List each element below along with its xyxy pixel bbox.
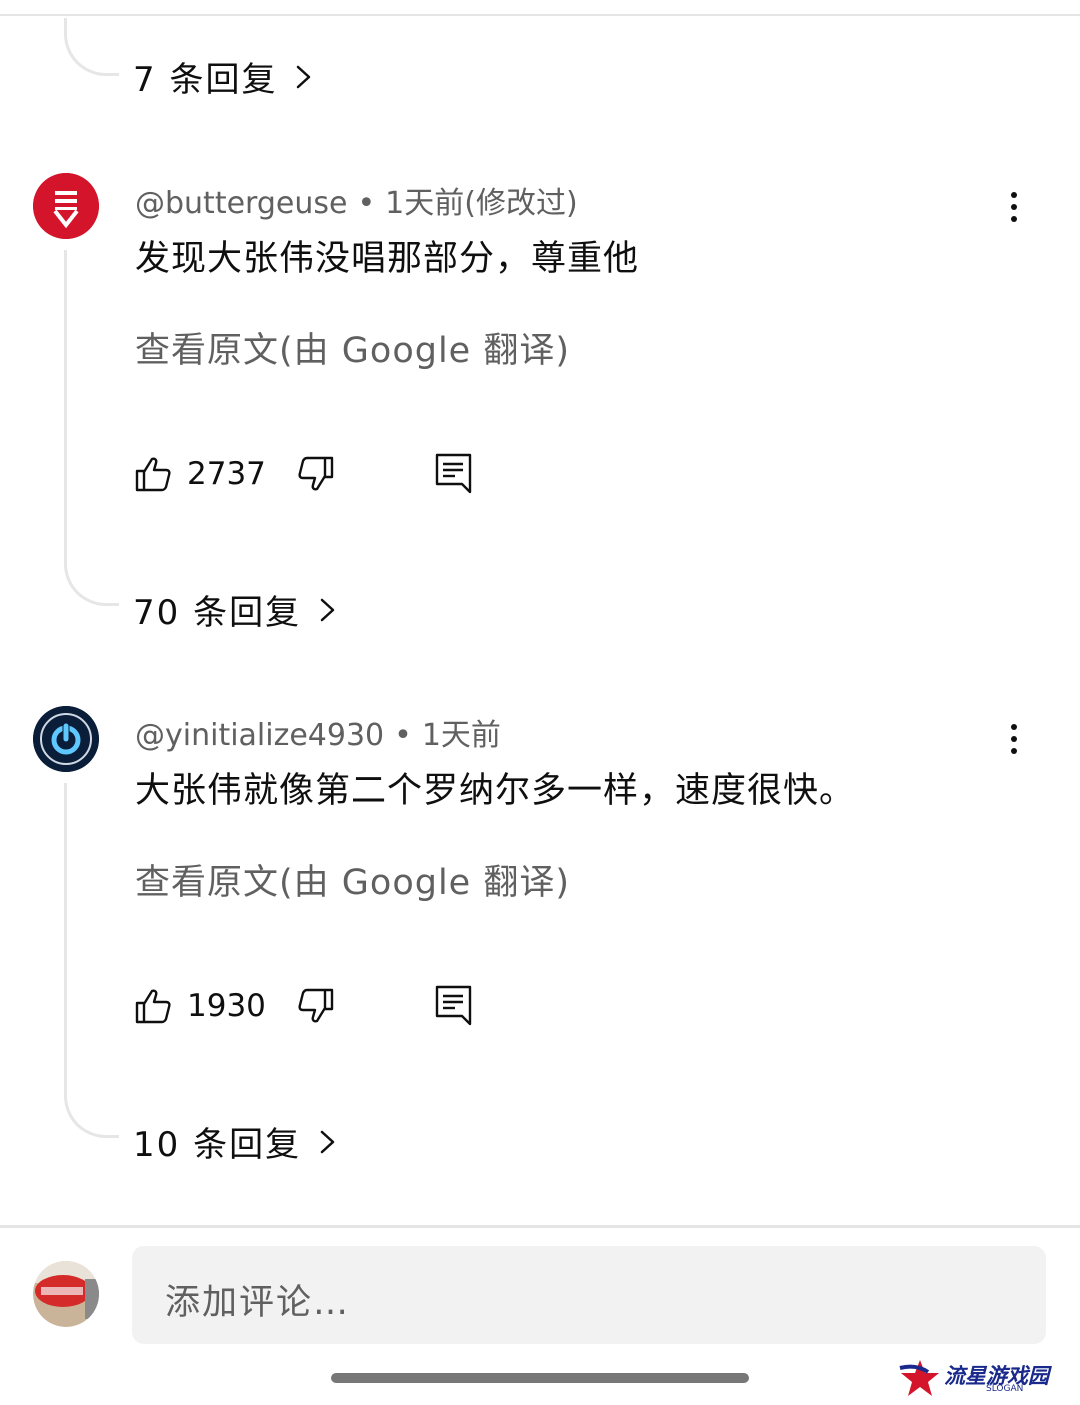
like-button[interactable]	[133, 454, 173, 494]
chevron-right-icon	[320, 598, 335, 621]
reply-comment-icon	[435, 453, 472, 494]
like-count: 1930	[187, 988, 266, 1024]
user-photo-icon	[33, 1261, 99, 1327]
comment-text: 发现大张伟没唱那部分，尊重他	[135, 239, 640, 279]
dislike-button[interactable]	[296, 454, 336, 494]
avatar[interactable]	[33, 706, 99, 772]
comment-actions: 1930	[133, 985, 474, 1026]
home-indicator[interactable]	[331, 1373, 749, 1383]
thread-line	[64, 250, 67, 550]
dot-icon	[1011, 748, 1017, 754]
dot-icon	[1011, 204, 1017, 210]
current-user-avatar[interactable]	[33, 1261, 99, 1327]
thumbs-up-icon	[135, 457, 171, 492]
watermark: 流星游戏园 SLOGAN	[898, 1358, 1068, 1398]
reply-button[interactable]	[434, 985, 474, 1026]
add-comment-placeholder: 添加评论…	[165, 1283, 351, 1323]
thread-line	[64, 783, 67, 1083]
more-options-button[interactable]	[994, 719, 1034, 759]
comment-actions: 2737	[133, 453, 474, 494]
chevron-right-icon	[297, 65, 311, 88]
avatar[interactable]	[33, 173, 99, 239]
view-original-link[interactable]: 查看原文(由 Google 翻译)	[135, 322, 570, 373]
replies-label: 10 条回复	[133, 1125, 302, 1165]
thumbs-down-icon	[298, 988, 334, 1023]
comment-meta: @yinitialize4930 • 1天前	[135, 710, 501, 754]
replies-button[interactable]: 10 条回复	[133, 1117, 341, 1166]
dot-icon	[1011, 216, 1017, 222]
dot-icon	[1011, 192, 1017, 198]
thread-connector	[64, 548, 119, 606]
power-icon	[33, 706, 99, 772]
avatar-logo-icon	[33, 173, 99, 239]
comment-meta: @buttergeuse • 1天前(修改过)	[135, 178, 578, 222]
comment-time: 1天前(修改过)	[385, 186, 578, 221]
username[interactable]: @yinitialize4930	[135, 718, 384, 753]
reply-button[interactable]	[434, 453, 474, 494]
view-original-link[interactable]: 查看原文(由 Google 翻译)	[135, 854, 570, 905]
thumbs-up-icon	[135, 989, 171, 1024]
replies-label: 70 条回复	[133, 593, 302, 633]
add-comment-input[interactable]: 添加评论…	[132, 1246, 1046, 1344]
comment-text: 大张伟就像第二个罗纳尔多一样，速度很快。	[135, 771, 856, 811]
chevron-right-icon	[320, 1130, 335, 1153]
thumbs-down-icon	[298, 456, 334, 491]
thread-connector	[64, 1080, 119, 1138]
meta-separator: •	[394, 718, 412, 753]
thread-connector	[64, 18, 119, 76]
comment-time: 1天前	[421, 718, 501, 753]
replies-label: 7 条回复	[133, 60, 278, 100]
top-divider	[0, 14, 1080, 16]
replies-button[interactable]: 70 条回复	[133, 585, 341, 634]
watermark-slogan: SLOGAN	[986, 1384, 1024, 1394]
like-count: 2737	[187, 456, 266, 492]
dot-icon	[1011, 736, 1017, 742]
dislike-button[interactable]	[296, 986, 336, 1026]
replies-button-top[interactable]: 7 条回复	[133, 52, 317, 101]
like-button[interactable]	[133, 986, 173, 1026]
dot-icon	[1011, 724, 1017, 730]
star-logo-icon	[899, 1360, 939, 1396]
username[interactable]: @buttergeuse	[135, 186, 347, 221]
reply-comment-icon	[435, 985, 472, 1026]
meta-separator: •	[357, 186, 376, 221]
composer-divider	[0, 1225, 1080, 1228]
more-options-button[interactable]	[994, 187, 1034, 227]
